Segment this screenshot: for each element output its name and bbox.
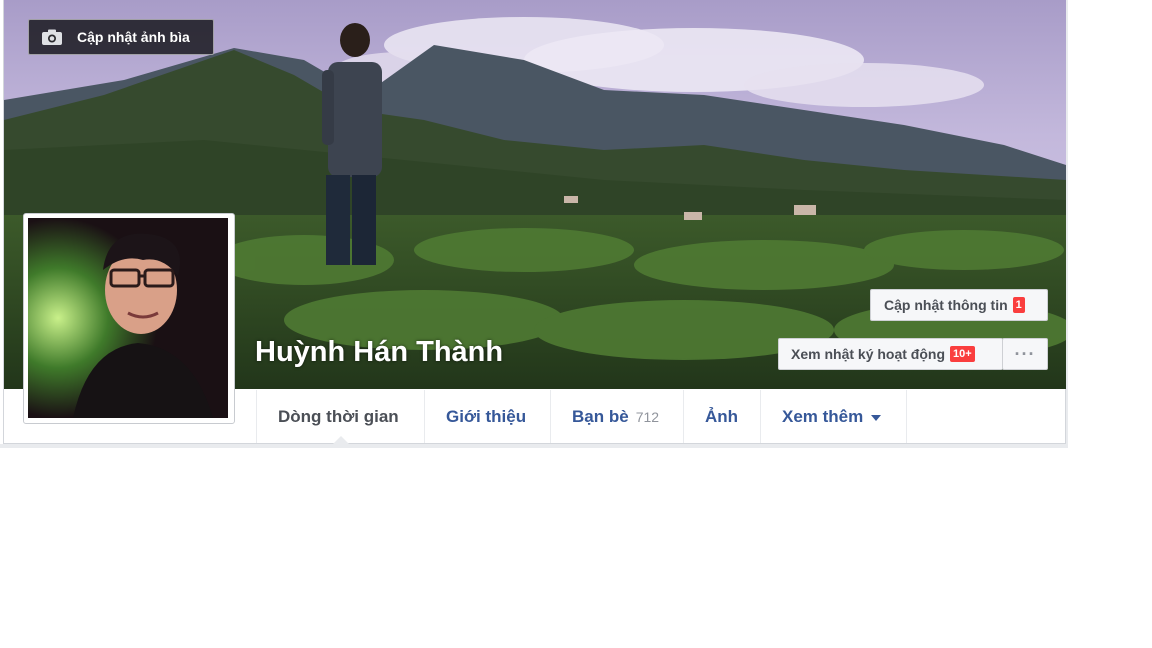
profile-name[interactable]: Huỳnh Hán Thành [255,336,503,369]
chevron-down-icon [871,414,882,421]
tab-friends[interactable]: Bạn bè 712 [550,390,683,443]
more-options-button[interactable]: ··· [1002,338,1048,370]
tab-more[interactable]: Xem thêm [760,390,907,443]
tab-timeline-label: Dòng thời gian [278,406,399,426]
avatar-image [28,218,228,418]
activity-log-badge: 10+ [950,346,975,362]
update-cover-label: Cập nhật ảnh bìa [77,29,190,45]
profile-tabs: Dòng thời gian Giới thiệu Bạn bè 712 Ảnh… [256,390,907,444]
page-background-divider [0,444,1068,448]
tab-about-label: Giới thiệu [446,406,527,426]
activity-log-label: Xem nhật ký hoạt động [791,346,946,362]
update-info-button[interactable]: Cập nhật thông tin 1 [870,289,1048,321]
profile-header: Cập nhật ảnh bìa Huỳnh Hán Thành Cập nhậ… [3,0,1066,444]
friends-count: 712 [635,408,660,425]
more-icon: ··· [1014,343,1036,364]
tab-photos-label: Ảnh [705,406,739,426]
tab-friends-label: Bạn bè [572,406,629,426]
page-background-strip [1066,0,1068,448]
tab-about[interactable]: Giới thiệu [424,390,550,443]
active-tab-pointer [332,436,349,444]
activity-log-button[interactable]: Xem nhật ký hoạt động 10+ [778,338,1003,370]
update-cover-button[interactable]: Cập nhật ảnh bìa [28,19,214,55]
profile-picture[interactable] [23,213,235,424]
tab-more-label: Xem thêm [782,406,864,426]
camera-icon [41,29,63,45]
tab-photos[interactable]: Ảnh [683,390,760,443]
update-info-label: Cập nhật thông tin [884,297,1008,313]
update-info-badge: 1 [1012,297,1025,313]
tab-timeline[interactable]: Dòng thời gian [256,390,424,444]
